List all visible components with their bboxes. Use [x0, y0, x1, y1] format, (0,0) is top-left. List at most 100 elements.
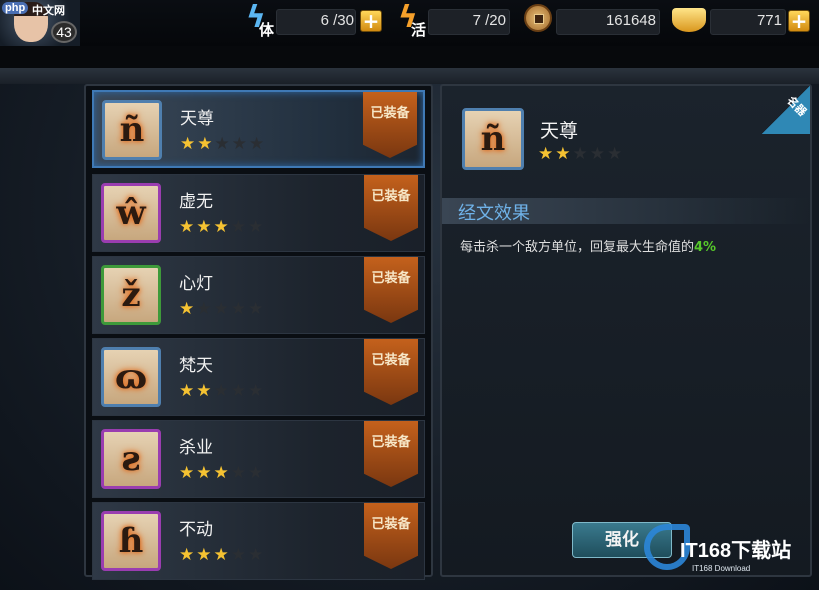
equipped-banner: 已装备: [364, 175, 418, 241]
equipped-banner: 已装备: [364, 421, 418, 487]
star-empty-icon: ★: [213, 299, 231, 319]
stamina-value: 6 /30: [320, 12, 354, 29]
star-rating: ★★★★★: [180, 134, 266, 154]
scripture-card: ž: [101, 265, 161, 325]
star-rating: ★★★★★: [179, 299, 265, 319]
scripture-rune-icon: ŵ: [116, 193, 146, 233]
top-resource-bar: php 中文网 43 ϟ 体 6 /30 + ϟ 活 7 /20 161648 …: [0, 0, 819, 46]
star-filled-icon: ★: [179, 545, 197, 565]
equipped-label: 已装备: [371, 353, 411, 368]
equipped-banner: 已装备: [364, 339, 418, 405]
detail-scripture-name: 天尊: [540, 120, 579, 142]
scripture-list-panel[interactable]: ñ 天尊 ★★★★★ 已装备 ŵ 虚无 ★★★★★ 已装备 ž 心灯 ★★★★★ 已装备 ɷ 梵天 ★★★★…: [84, 84, 433, 580]
player-level-badge: 43: [51, 21, 77, 43]
scripture-rune-icon: ƨ: [121, 439, 141, 479]
scripture-list-item[interactable]: ɦ 不动 ★★★★★ 已装备: [92, 502, 425, 580]
star-rating: ★★★★★: [179, 545, 265, 565]
star-filled-icon: ★: [196, 545, 214, 565]
scripture-rune-icon: ɦ: [118, 521, 144, 561]
player-avatar[interactable]: php 中文网 43: [0, 0, 80, 46]
copper-value: 161648: [605, 12, 656, 29]
star-empty-icon: ★: [248, 217, 266, 237]
star-filled-icon: ★: [179, 381, 197, 401]
site-logo: php: [2, 2, 29, 14]
equipped-label: 已装备: [371, 271, 411, 286]
star-empty-icon: ★: [230, 545, 248, 565]
star-empty-icon: ★: [214, 134, 232, 154]
scripture-list-item[interactable]: ñ 天尊 ★★★★★ 已装备: [92, 90, 425, 168]
star-empty-icon: ★: [230, 217, 248, 237]
famous-tag-label: 名器: [784, 93, 810, 119]
scripture-detail-panel: 名器 ñ 天尊 ★★★★★ 经文效果 每击杀一个敌方单位，回复最大生命值的4% …: [440, 84, 812, 577]
detail-star-rating: ★★★★★: [538, 144, 624, 164]
star-filled-icon: ★: [179, 463, 197, 483]
gold-ingot-icon: [672, 8, 706, 32]
equipped-label: 已装备: [371, 517, 411, 532]
star-empty-icon: ★: [230, 381, 248, 401]
watermark-main: IT168下载站: [680, 540, 792, 562]
scripture-name: 天尊: [180, 109, 214, 129]
star-filled-icon: ★: [179, 217, 197, 237]
star-empty-icon: ★: [249, 134, 267, 154]
site-logo-cn: 中文网: [32, 4, 65, 17]
scripture-list-item[interactable]: ɷ 梵天 ★★★★★ 已装备: [92, 338, 425, 416]
star-filled-icon: ★: [196, 463, 214, 483]
star-filled-icon: ★: [213, 545, 231, 565]
star-filled-icon: ★: [555, 144, 573, 164]
star-empty-icon: ★: [572, 144, 590, 164]
scripture-list-item[interactable]: ž 心灯 ★★★★★ 已装备: [92, 256, 425, 334]
scripture-card: ɦ: [101, 511, 161, 571]
effect-section-header: 经文效果: [442, 198, 810, 224]
equipped-label: 已装备: [370, 106, 410, 121]
star-empty-icon: ★: [248, 381, 266, 401]
gold-value: 771: [756, 12, 782, 29]
equipped-banner: 已装备: [364, 503, 418, 569]
scripture-name: 心灯: [179, 274, 213, 294]
star-empty-icon: ★: [213, 381, 231, 401]
scripture-rune-icon: ñ: [480, 119, 506, 159]
equipped-banner: 已装备: [364, 257, 418, 323]
star-filled-icon: ★: [213, 217, 231, 237]
star-empty-icon: ★: [230, 463, 248, 483]
scripture-list-item[interactable]: ŵ 虚无 ★★★★★ 已装备: [92, 174, 425, 252]
add-gold-button[interactable]: +: [788, 10, 810, 32]
scripture-card: ñ: [102, 100, 162, 160]
star-filled-icon: ★: [180, 134, 198, 154]
star-rating: ★★★★★: [179, 463, 265, 483]
star-rating: ★★★★★: [179, 217, 265, 237]
scripture-name: 梵天: [179, 356, 213, 376]
star-filled-icon: ★: [196, 217, 214, 237]
equipped-label: 已装备: [371, 189, 411, 204]
vitality-value: 7 /20: [472, 12, 506, 29]
famous-tag: 名器: [762, 86, 810, 134]
site-watermark: IT168下载站 IT168 Download: [640, 520, 816, 582]
scripture-card: ɷ: [101, 347, 161, 407]
add-stamina-button[interactable]: +: [360, 10, 382, 32]
scripture-list-item[interactable]: ƨ 杀业 ★★★★★ 已装备: [92, 420, 425, 498]
watermark-sub: IT168 Download: [692, 564, 751, 573]
star-filled-icon: ★: [196, 381, 214, 401]
stage-frame-edge: [0, 68, 819, 84]
star-empty-icon: ★: [248, 299, 266, 319]
star-rating: ★★★★★: [179, 381, 265, 401]
star-empty-icon: ★: [589, 144, 607, 164]
scripture-rune-icon: ñ: [119, 110, 145, 150]
star-empty-icon: ★: [248, 463, 266, 483]
star-empty-icon: ★: [248, 545, 266, 565]
stamina-label: 体: [259, 21, 275, 39]
scripture-rune-icon: ž: [121, 275, 141, 315]
star-filled-icon: ★: [197, 134, 215, 154]
star-filled-icon: ★: [179, 299, 197, 319]
vitality-label: 活: [411, 21, 427, 39]
scripture-name: 不动: [179, 520, 213, 540]
star-empty-icon: ★: [607, 144, 625, 164]
scripture-card: ƨ: [101, 429, 161, 489]
equipped-banner: 已装备: [363, 92, 417, 158]
scripture-rune-icon: ɷ: [114, 357, 148, 397]
equipped-label: 已装备: [371, 435, 411, 450]
star-empty-icon: ★: [196, 299, 214, 319]
copper-coin-icon: [524, 4, 552, 32]
effect-description: 每击杀一个敌方单位，回复最大生命值的4%: [460, 236, 716, 255]
star-filled-icon: ★: [213, 463, 231, 483]
star-empty-icon: ★: [230, 299, 248, 319]
